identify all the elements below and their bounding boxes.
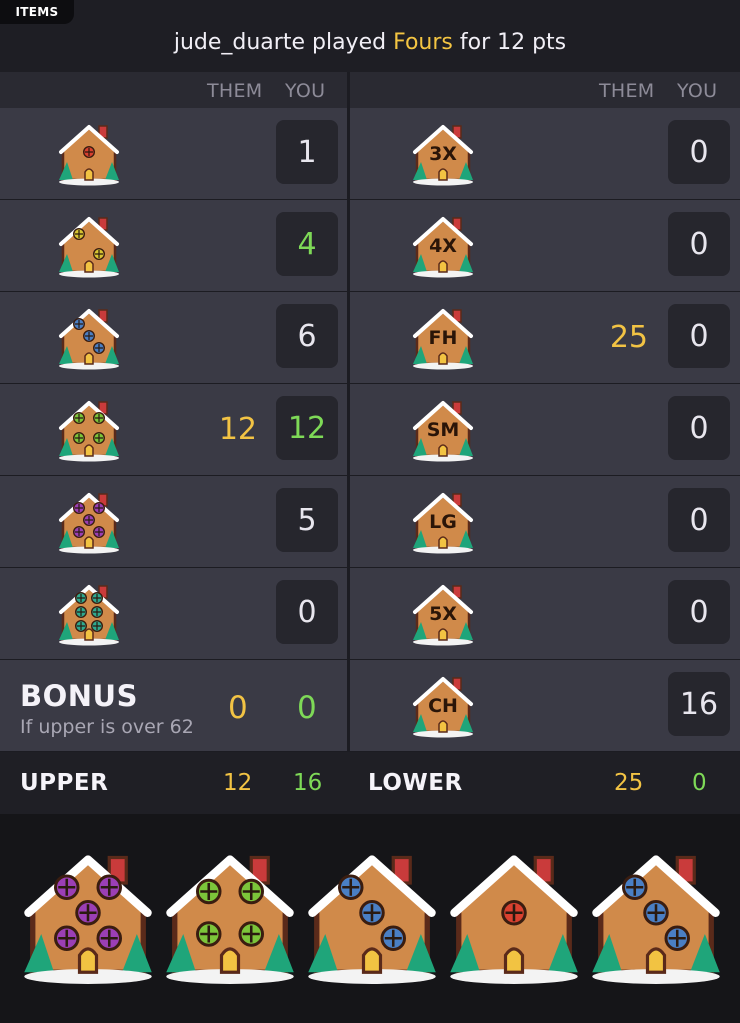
played-category: Fours (393, 30, 453, 55)
upper-column-header: THEM YOU (0, 72, 347, 108)
bonus-them: 0 (228, 690, 248, 726)
player-name: jude_duarte (173, 30, 305, 55)
category-label: 3X (429, 143, 457, 165)
them-score: 12 (218, 412, 257, 447)
you-score-box[interactable]: 0 (668, 304, 730, 368)
lower-row-sm[interactable]: SM 0 (350, 384, 740, 475)
game-screen: { "top": {"items_tab": "ITEMS"}, "status… (0, 0, 740, 1023)
lower-row-lg[interactable]: LG 0 (350, 476, 740, 567)
points-text: for 12 pts (459, 30, 567, 55)
lower-column-header: THEM YOU (350, 72, 740, 108)
bonus-title: BONUS (20, 679, 138, 713)
upper-row-5s[interactable]: 5 (0, 476, 347, 567)
gingerbread-house-category-icon: 3X (410, 122, 476, 186)
category-label: FH (429, 327, 458, 349)
gingerbread-house-die-icon (56, 582, 122, 646)
items-button[interactable]: ITEMS (0, 0, 74, 24)
upper-row-2s[interactable]: 4 (0, 200, 347, 291)
upper-row-3s[interactable]: 6 (0, 292, 347, 383)
lower-row-4x[interactable]: 4X 0 (350, 200, 740, 291)
them-header: THEM (207, 80, 263, 102)
you-score-box[interactable]: 0 (668, 396, 730, 460)
gingerbread-house-die-icon (56, 490, 122, 554)
bonus-row: BONUS If upper is over 62 0 0 (0, 660, 347, 751)
gingerbread-house-category-icon: 5X (410, 582, 476, 646)
you-score-box[interactable]: 0 (668, 488, 730, 552)
lower-total-label: LOWER (368, 770, 463, 796)
lower-row-5x[interactable]: 5X 0 (350, 568, 740, 659)
lower-row-ch[interactable]: CH 16 (350, 660, 740, 751)
upper-row-1s[interactable]: 1 (0, 108, 347, 199)
lower-total-them: 25 (614, 770, 644, 796)
lower-row-fh[interactable]: FH 25 0 (350, 292, 740, 383)
you-score-box[interactable]: 0 (668, 212, 730, 276)
gingerbread-house-category-icon: SM (410, 398, 476, 462)
you-score-box[interactable]: 1 (276, 120, 338, 184)
you-score-box[interactable]: 16 (668, 672, 730, 736)
last-move-status: jude_duarte played Fours for 12 pts (0, 30, 740, 55)
category-label: LG (429, 511, 457, 533)
gingerbread-house-die-icon (56, 398, 122, 462)
totals-bar: UPPER 12 16 LOWER 25 0 (0, 752, 740, 814)
you-score-box[interactable]: 0 (276, 580, 338, 644)
gingerbread-house-category-icon: LG (410, 490, 476, 554)
you-score-box[interactable]: 0 (668, 120, 730, 184)
gingerbread-die[interactable] (446, 842, 582, 992)
played-text: played (312, 30, 387, 55)
upper-total-label: UPPER (20, 770, 109, 796)
bonus-you: 0 (297, 690, 317, 726)
you-score-box[interactable]: 0 (668, 580, 730, 644)
you-score-box[interactable]: 12 (276, 396, 338, 460)
bonus-subtitle: If upper is over 62 (20, 716, 194, 738)
dice-tray (0, 814, 740, 1023)
you-header: YOU (285, 80, 326, 102)
gingerbread-house-category-icon: 4X (410, 214, 476, 278)
gingerbread-house-die-icon (56, 214, 122, 278)
lower-total-you: 0 (692, 770, 707, 796)
upper-total-you: 16 (293, 770, 323, 796)
category-label: 5X (429, 603, 457, 625)
you-score-box[interactable]: 5 (276, 488, 338, 552)
category-label: CH (428, 695, 458, 717)
lower-row-3x[interactable]: 3X 0 (350, 108, 740, 199)
them-score: 25 (609, 320, 648, 355)
you-score-box[interactable]: 4 (276, 212, 338, 276)
upper-total-them: 12 (223, 770, 253, 796)
gingerbread-house-die-icon (56, 306, 122, 370)
them-header: THEM (599, 80, 655, 102)
gingerbread-die[interactable] (162, 842, 298, 992)
category-label: 4X (429, 235, 457, 257)
gingerbread-die[interactable] (304, 842, 440, 992)
upper-row-4s[interactable]: 12 12 (0, 384, 347, 475)
gingerbread-house-category-icon: FH (410, 306, 476, 370)
gingerbread-die[interactable] (20, 842, 156, 992)
upper-row-6s[interactable]: 0 (0, 568, 347, 659)
category-label: SM (427, 419, 460, 441)
gingerbread-house-category-icon: CH (410, 674, 476, 738)
gingerbread-die[interactable] (588, 842, 724, 992)
you-header: YOU (677, 80, 718, 102)
gingerbread-house-die-icon (56, 122, 122, 186)
top-bar: ITEMS jude_duarte played Fours for 12 pt… (0, 0, 740, 72)
you-score-box[interactable]: 6 (276, 304, 338, 368)
